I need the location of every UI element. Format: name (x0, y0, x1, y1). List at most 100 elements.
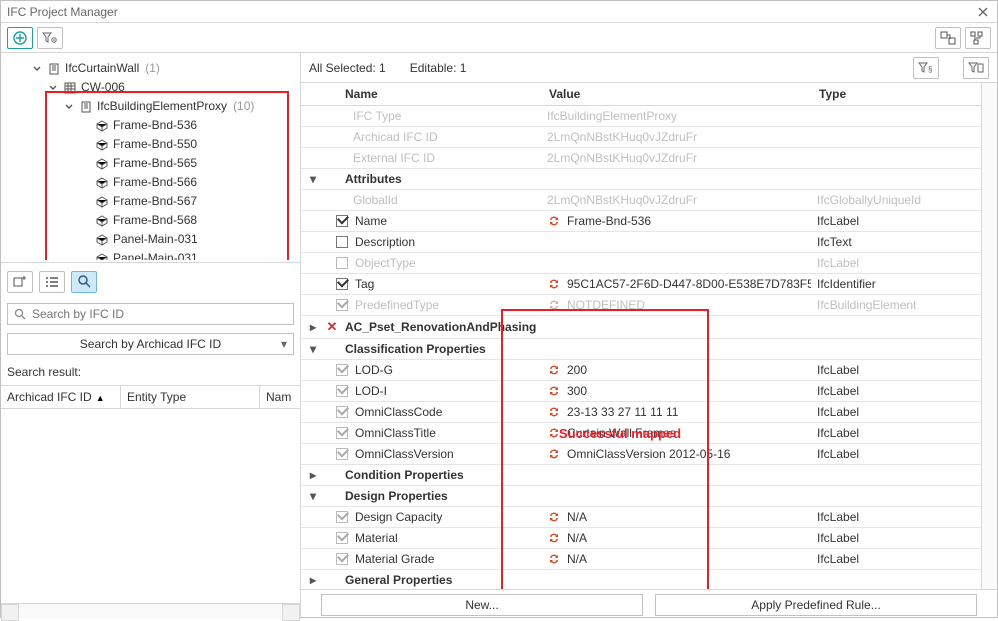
prop-row[interactable]: Material N/A IfcLabel (301, 528, 997, 549)
group-classification[interactable]: ▾Classification Properties (301, 339, 997, 360)
add-element-button[interactable] (7, 271, 33, 293)
chevron-down-icon[interactable] (63, 101, 75, 113)
tree-leaf-label: Frame-Bnd-565 (113, 154, 197, 173)
list-view-button[interactable] (39, 271, 65, 293)
group-attributes[interactable]: ▾Attributes (301, 169, 997, 190)
v-scrollbar[interactable] (981, 83, 997, 589)
chevron-down-icon[interactable]: ▾ (307, 490, 319, 502)
th-type[interactable]: Type (811, 83, 997, 106)
grid-icon (63, 81, 77, 95)
checkbox (336, 257, 348, 269)
tree-leaf[interactable]: Frame-Bnd-565 (1, 154, 296, 173)
chevron-down-icon[interactable] (47, 82, 59, 94)
chevron-right-icon[interactable]: ▸ (307, 574, 319, 586)
prop-row[interactable]: OmniClassVersion OmniClassVersion 2012-0… (301, 444, 997, 465)
prop-row[interactable]: OmniClassTitle Curtain Wall Frames IfcLa… (301, 423, 997, 444)
col-name-trunc[interactable]: Nam (260, 386, 300, 408)
chevron-right-icon[interactable]: ▸ (307, 321, 319, 333)
checkbox[interactable] (336, 448, 348, 460)
tree-node-ifccurtainwall[interactable]: IfcCurtainWall (1) (1, 59, 296, 78)
remove-icon[interactable]: ✕ (327, 319, 338, 335)
prop-row[interactable]: ObjectType IfcLabel (301, 253, 997, 274)
prop-row[interactable]: GlobalId 2LmQnNBstKHuq0vJZdruFr IfcGloba… (301, 190, 997, 211)
sync-icon (547, 532, 561, 544)
prop-row[interactable]: Design Capacity N/A IfcLabel (301, 507, 997, 528)
checkbox[interactable] (336, 553, 348, 565)
col-archicad-ifc-id[interactable]: Archicad IFC ID▲ (1, 386, 121, 408)
tree-leaf[interactable]: Frame-Bnd-566 (1, 173, 296, 192)
search-result-label: Search result: (1, 359, 300, 385)
tree-node-cw006[interactable]: CW-006 (1, 78, 296, 97)
col-entity-type[interactable]: Entity Type (121, 386, 260, 408)
tree-leaf[interactable]: Frame-Bnd-568 (1, 211, 296, 230)
funnel-doc-icon (968, 62, 984, 74)
window-close-button[interactable] (975, 4, 991, 20)
building-icon (47, 62, 61, 76)
prop-row[interactable]: PredefinedType NOTDEFINED IfcBuildingEle… (301, 295, 997, 316)
group-design[interactable]: ▾Design Properties (301, 486, 997, 507)
element-tree[interactable]: IfcCurtainWall (1) CW-006 IfcB (1, 53, 300, 260)
tree-leaf-label: Frame-Bnd-536 (113, 116, 197, 135)
checkbox[interactable] (336, 385, 348, 397)
filter-view-button[interactable] (37, 27, 63, 49)
toolbar-group-left (7, 27, 63, 49)
tree-node-proxy[interactable]: IfcBuildingElementProxy (10) (1, 97, 296, 116)
search-by-dropdown[interactable]: Search by Archicad IFC ID ▾ (7, 333, 294, 355)
group-pset-renov[interactable]: ▸✕AC_Pset_RenovationAndPhasing (301, 316, 997, 339)
prop-row[interactable]: Name Frame-Bnd-536 IfcLabel (301, 211, 997, 232)
prop-row[interactable]: Description IfcText (301, 232, 997, 253)
left-panel: IfcCurtainWall (1) CW-006 IfcB (1, 53, 301, 619)
th-name[interactable]: Name (301, 83, 541, 106)
tree-count: (1) (145, 59, 160, 78)
object-icon (95, 195, 109, 209)
search-input[interactable] (7, 303, 294, 325)
checkbox[interactable] (336, 364, 348, 376)
new-button[interactable]: New... (321, 594, 643, 616)
prop-row[interactable]: Tag 95C1AC57-2F6D-D447-8D00-E538E7D783F5… (301, 274, 997, 295)
checkbox[interactable] (336, 278, 348, 290)
properties-area: Name Value Type IFC Type IfcBuildingElem… (301, 83, 997, 589)
sync-icon (547, 299, 561, 311)
tree-leaf[interactable]: Frame-Bnd-550 (1, 135, 296, 154)
prop-row: External IFC ID 2LmQnNBstKHuq0vJZdruFr (301, 148, 997, 169)
tree-label: IfcBuildingElementProxy (97, 97, 227, 116)
tree-leaf[interactable]: Frame-Bnd-567 (1, 192, 296, 211)
tree-leaf[interactable]: Panel-Main-031 (1, 230, 296, 249)
prop-row[interactable]: Material Grade N/A IfcLabel (301, 549, 997, 570)
link-elements-button[interactable] (935, 27, 961, 49)
tree-mode-button[interactable] (965, 27, 991, 49)
prop-row[interactable]: OmniClassCode 23-13 33 27 11 11 11 IfcLa… (301, 402, 997, 423)
checkbox[interactable] (336, 511, 348, 523)
checkbox[interactable] (336, 532, 348, 544)
filter-doc-button[interactable] (963, 57, 989, 79)
table-header-row: Name Value Type (301, 83, 997, 106)
chevron-down-icon[interactable] (31, 63, 43, 75)
tree-leaf[interactable]: Frame-Bnd-536 (1, 116, 296, 135)
apply-rule-button[interactable]: Apply Predefined Rule... (655, 594, 977, 616)
checkbox[interactable] (336, 236, 348, 248)
chevron-down-icon[interactable]: ▾ (307, 173, 319, 185)
object-icon (95, 119, 109, 133)
prop-row[interactable]: LOD-I 300 IfcLabel (301, 381, 997, 402)
checkbox[interactable] (336, 406, 348, 418)
tree-leaf[interactable]: Panel-Main-031 (1, 249, 296, 260)
chevron-down-icon[interactable]: ▾ (307, 343, 319, 355)
chevron-right-icon[interactable]: ▸ (307, 469, 319, 481)
checkbox[interactable] (336, 427, 348, 439)
group-general[interactable]: ▸General Properties (301, 570, 997, 590)
group-condition[interactable]: ▸Condition Properties (301, 465, 997, 486)
search-field[interactable] (30, 306, 287, 322)
tree-leaf-label: Frame-Bnd-550 (113, 135, 197, 154)
find-button[interactable] (71, 271, 97, 293)
right-footer: New... Apply Predefined Rule... (301, 589, 997, 619)
add-button[interactable] (7, 27, 33, 49)
th-value[interactable]: Value (541, 83, 811, 106)
filter-section-button[interactable]: § (913, 57, 939, 79)
prop-row[interactable]: LOD-G 200 IfcLabel (301, 360, 997, 381)
sync-icon (547, 215, 561, 227)
sync-icon (547, 553, 561, 565)
h-scrollbar[interactable] (1, 603, 300, 619)
checkbox[interactable] (336, 215, 348, 227)
window-titlebar: IFC Project Manager (1, 1, 997, 23)
tree-leaf-label: Frame-Bnd-567 (113, 192, 197, 211)
